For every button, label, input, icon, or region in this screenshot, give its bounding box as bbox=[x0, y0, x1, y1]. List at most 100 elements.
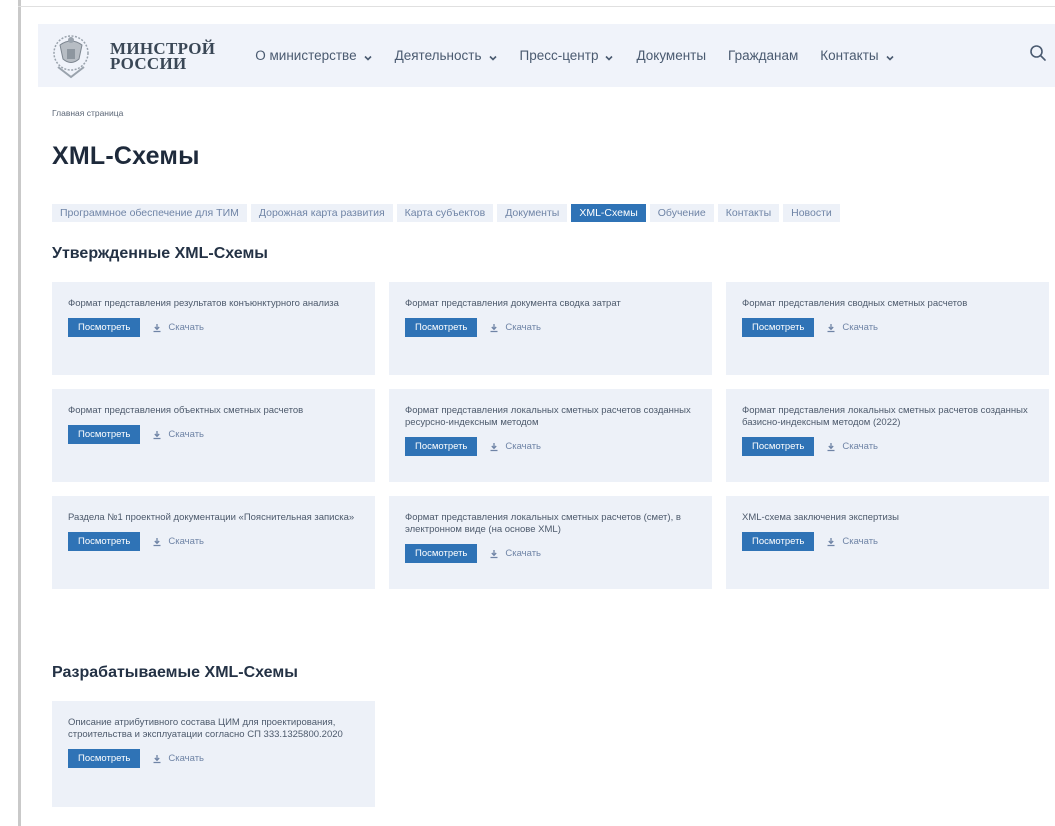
page-title: XML-Схемы bbox=[52, 142, 200, 170]
card-actions: Посмотреть Скачать bbox=[742, 318, 1035, 337]
approved-section-title: Утвержденные XML-Схемы bbox=[52, 245, 268, 262]
window-edge-top bbox=[18, 6, 1055, 7]
schema-card-title: Формат представления объектных сметных р… bbox=[68, 405, 304, 416]
nav-item[interactable]: Деятельность bbox=[395, 48, 498, 63]
schema-card: Формат представления локальных сметных р… bbox=[726, 389, 1049, 482]
download-link[interactable]: Скачать bbox=[826, 322, 878, 333]
download-label: Скачать bbox=[505, 548, 541, 559]
download-link[interactable]: Скачать bbox=[489, 441, 541, 452]
schema-card-title: Формат представления результатов конъюнк… bbox=[68, 298, 339, 309]
download-link[interactable]: Скачать bbox=[152, 322, 204, 333]
view-button[interactable]: Посмотреть bbox=[742, 532, 815, 551]
nav-item[interactable]: Документы bbox=[636, 48, 706, 63]
search-icon[interactable] bbox=[1029, 44, 1047, 62]
nav-item-label: Гражданам bbox=[728, 48, 799, 63]
chevron-down-icon bbox=[488, 51, 498, 61]
developing-section-title: Разрабатываемые XML-Схемы bbox=[52, 664, 298, 681]
section-tabs: Программное обеспечение для ТИМ Дорожная … bbox=[52, 204, 840, 222]
nav-item[interactable]: Контакты bbox=[820, 48, 894, 63]
card-actions: Посмотреть Скачать bbox=[68, 532, 361, 551]
view-button[interactable]: Посмотреть bbox=[68, 532, 141, 551]
window-edge bbox=[18, 0, 21, 826]
chevron-down-icon bbox=[885, 51, 895, 61]
schema-card-title: Формат представления локальных сметных р… bbox=[405, 512, 681, 535]
schema-card-title: Формат представления локальных сметных р… bbox=[405, 405, 691, 428]
schema-card: Формат представления сводных сметных рас… bbox=[726, 282, 1049, 375]
schema-card: Формат представления локальных сметных р… bbox=[389, 496, 712, 589]
nav-item-label: Документы bbox=[636, 48, 707, 63]
download-link[interactable]: Скачать bbox=[152, 753, 204, 764]
nav-item-label: Деятельность bbox=[394, 48, 482, 63]
download-link[interactable]: Скачать bbox=[489, 322, 541, 333]
view-button[interactable]: Посмотреть bbox=[742, 437, 815, 456]
download-label: Скачать bbox=[842, 322, 878, 333]
view-button[interactable]: Посмотреть bbox=[405, 544, 478, 563]
main-nav: О министерстве Деятельность Пресс-центр Док… bbox=[255, 48, 916, 63]
view-button[interactable]: Посмотреть bbox=[405, 318, 478, 337]
download-label: Скачать bbox=[168, 429, 204, 440]
card-actions: Посмотреть Скачать bbox=[405, 318, 698, 337]
download-icon bbox=[152, 754, 168, 764]
download-icon bbox=[152, 430, 168, 440]
download-link[interactable]: Скачать bbox=[826, 536, 878, 547]
schema-card-title: Формат представления локальных сметных р… bbox=[742, 405, 1028, 428]
coat-of-arms-icon[interactable] bbox=[52, 33, 90, 79]
card-actions: Посмотреть Скачать bbox=[68, 425, 361, 444]
download-icon bbox=[489, 323, 505, 333]
site-header: МИНСТРОЙ РОССИИ О министерстве Деятельнос… bbox=[38, 24, 1055, 87]
download-icon bbox=[152, 537, 168, 547]
tab[interactable]: Документы bbox=[497, 204, 568, 222]
download-link[interactable]: Скачать bbox=[489, 548, 541, 559]
download-link[interactable]: Скачать bbox=[152, 429, 204, 440]
download-icon bbox=[152, 323, 168, 333]
schema-card: Формат представления объектных сметных р… bbox=[52, 389, 375, 482]
download-label: Скачать bbox=[842, 441, 878, 452]
card-actions: Посмотреть Скачать bbox=[68, 318, 361, 337]
schema-card: XML-схема заключения экспертизы Посмотрет… bbox=[726, 496, 1049, 589]
tab[interactable]: Дорожная карта развития bbox=[250, 204, 393, 222]
schema-card-title: Формат представления документа сводка за… bbox=[405, 298, 621, 309]
view-button[interactable]: Посмотреть bbox=[68, 749, 141, 768]
brand-line-2: РОССИИ bbox=[110, 53, 187, 73]
schema-card: Описание атрибутивного состава ЦИМ для п… bbox=[52, 701, 375, 807]
download-icon bbox=[826, 442, 842, 452]
tab[interactable]: Контакты bbox=[717, 204, 780, 222]
download-icon bbox=[489, 442, 505, 452]
tab[interactable]: Программное обеспечение для ТИМ bbox=[52, 204, 247, 222]
nav-item-label: О министерстве bbox=[255, 48, 357, 63]
card-actions: Посмотреть Скачать bbox=[742, 437, 1035, 456]
tab[interactable]: Новости bbox=[783, 204, 840, 222]
nav-item[interactable]: Гражданам bbox=[728, 48, 798, 63]
download-label: Скачать bbox=[505, 441, 541, 452]
card-actions: Посмотреть Скачать bbox=[405, 437, 698, 456]
schema-card-title: Формат представления сводных сметных рас… bbox=[742, 298, 968, 309]
tab[interactable]: XML-Схемы bbox=[571, 204, 646, 222]
view-button[interactable]: Посмотреть bbox=[68, 318, 141, 337]
download-link[interactable]: Скачать bbox=[152, 536, 204, 547]
nav-item[interactable]: О министерстве bbox=[255, 48, 372, 63]
view-button[interactable]: Посмотреть bbox=[68, 425, 141, 444]
card-actions: Посмотреть Скачать bbox=[405, 544, 698, 563]
breadcrumb[interactable]: Главная страница bbox=[52, 108, 123, 118]
download-link[interactable]: Скачать bbox=[826, 441, 878, 452]
schema-card-title: XML-схема заключения экспертизы bbox=[742, 512, 899, 523]
download-icon bbox=[826, 537, 842, 547]
schema-card-title: Раздела №1 проектной документации «Поясн… bbox=[68, 512, 355, 523]
chevron-down-icon bbox=[363, 51, 373, 61]
schema-card: Формат представления документа сводка за… bbox=[389, 282, 712, 375]
view-button[interactable]: Посмотреть bbox=[742, 318, 815, 337]
download-icon bbox=[826, 323, 842, 333]
view-button[interactable]: Посмотреть bbox=[405, 437, 478, 456]
download-label: Скачать bbox=[505, 322, 541, 333]
tab[interactable]: Обучение bbox=[649, 204, 714, 222]
download-label: Скачать bbox=[168, 753, 204, 764]
schema-card: Формат представления локальных сметных р… bbox=[389, 389, 712, 482]
brand-name[interactable]: МИНСТРОЙ РОССИИ bbox=[110, 40, 215, 73]
tab[interactable]: Карта субъектов bbox=[396, 204, 494, 222]
schema-card-title: Описание атрибутивного состава ЦИМ для п… bbox=[68, 717, 343, 740]
nav-item-label: Контакты bbox=[820, 48, 879, 63]
schema-card: Формат представления результатов конъюнк… bbox=[52, 282, 375, 375]
download-label: Скачать bbox=[168, 322, 204, 333]
chevron-down-icon bbox=[604, 51, 614, 61]
nav-item[interactable]: Пресс-центр bbox=[520, 48, 615, 63]
